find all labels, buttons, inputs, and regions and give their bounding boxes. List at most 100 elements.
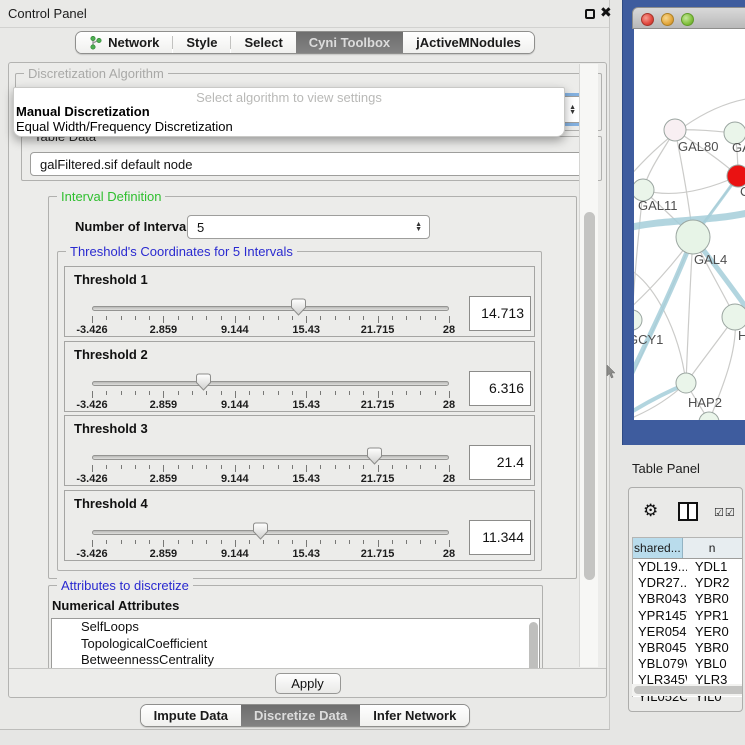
network-node-gal80[interactable] bbox=[664, 119, 686, 141]
attribute-list-item[interactable]: TopologicalCoefficient bbox=[52, 636, 539, 653]
table-row[interactable]: YDL19...YDL1 bbox=[633, 559, 743, 575]
gear-icon[interactable]: ⚙ bbox=[643, 502, 658, 519]
cell-name[interactable]: YBR0 bbox=[687, 591, 743, 607]
tick-label: 2.859 bbox=[150, 548, 178, 560]
control-panel-titlebar: Control Panel ✖ bbox=[0, 0, 609, 28]
list-scrollbar[interactable] bbox=[529, 622, 538, 668]
tab-impute-data[interactable]: Impute Data bbox=[141, 705, 241, 726]
cell-name[interactable]: YPR1 bbox=[687, 608, 743, 624]
threshold-slider-thumb[interactable] bbox=[195, 373, 212, 396]
tick-label: 9.144 bbox=[221, 548, 249, 560]
tick-mark bbox=[206, 540, 207, 544]
attribute-list-item[interactable]: BetweennessCentrality bbox=[52, 652, 539, 668]
tab-select[interactable]: Select bbox=[231, 32, 295, 53]
table-header-row: shared... n bbox=[633, 538, 743, 559]
table-row[interactable]: YBL079WYBL0 bbox=[633, 656, 743, 672]
cell-shared-name[interactable]: YBR043C bbox=[633, 591, 687, 607]
threshold-value-field[interactable]: 14.713 bbox=[469, 296, 531, 331]
cell-name[interactable]: YDR2 bbox=[687, 575, 743, 591]
threshold-slider-track[interactable] bbox=[92, 381, 449, 386]
tick-mark bbox=[306, 391, 307, 398]
column-header-shared-name[interactable]: shared... bbox=[633, 538, 683, 558]
cell-shared-name[interactable]: YBR045C bbox=[633, 640, 687, 656]
table-row[interactable]: YBR043CYBR0 bbox=[633, 591, 743, 607]
number-of-intervals-combo[interactable]: 5 ▲▼ bbox=[187, 215, 430, 239]
apply-button[interactable]: Apply bbox=[275, 673, 341, 694]
table-hscrollbar-thumb[interactable] bbox=[634, 686, 743, 694]
network-node-h[interactable] bbox=[722, 304, 745, 330]
split-columns-icon[interactable] bbox=[678, 502, 698, 521]
network-node-hap2[interactable] bbox=[676, 373, 696, 393]
table-row[interactable]: YBR045CYBR0 bbox=[633, 640, 743, 656]
minimize-traffic-light-icon[interactable] bbox=[661, 13, 674, 26]
tab-network[interactable]: Network bbox=[76, 32, 172, 53]
tick-mark bbox=[163, 465, 164, 472]
network-canvas[interactable]: GAL80GACGAL11GAL4GCY1HHAP2 bbox=[634, 29, 745, 420]
threshold-value-field[interactable]: 21.4 bbox=[469, 445, 531, 480]
threshold-slider-track[interactable] bbox=[92, 530, 449, 535]
close-icon[interactable]: ✖ bbox=[600, 4, 612, 21]
checkbox-pair-icon[interactable]: ☑☑ bbox=[714, 506, 736, 519]
algorithm-option[interactable]: Manual Discretization bbox=[16, 104, 150, 119]
tick-mark bbox=[221, 465, 222, 469]
threshold-slider-thumb[interactable] bbox=[290, 298, 307, 321]
tab-style[interactable]: Style bbox=[173, 32, 230, 53]
network-node[interactable] bbox=[699, 412, 719, 420]
network-window-titlebar[interactable] bbox=[632, 7, 745, 29]
tick-mark bbox=[292, 391, 293, 395]
attribute-list-item[interactable]: SelfLoops bbox=[52, 619, 539, 636]
tick-mark bbox=[263, 391, 264, 395]
cell-shared-name[interactable]: YDR27... bbox=[633, 575, 687, 591]
threshold-slider-track[interactable] bbox=[92, 306, 449, 311]
table-hscrollbar-track[interactable] bbox=[632, 684, 742, 696]
node-attribute-table[interactable]: shared... n YDL19...YDL1YDR27...YDR2YBR0… bbox=[632, 537, 743, 697]
algorithm-option[interactable]: Equal Width/Frequency Discretization bbox=[16, 119, 233, 134]
table-data-combo[interactable]: galFiltered.sif default node ▲▼ bbox=[30, 152, 595, 176]
cell-shared-name[interactable]: YER054C bbox=[633, 624, 687, 640]
tab-jactivemnodules[interactable]: jActiveMNodules bbox=[403, 32, 534, 53]
tick-mark bbox=[249, 316, 250, 320]
cell-shared-name[interactable]: YBL079W bbox=[633, 656, 687, 672]
threshold-slider-track[interactable] bbox=[92, 455, 449, 460]
tick-mark bbox=[435, 540, 436, 544]
column-header-name[interactable]: n bbox=[683, 538, 743, 558]
tick-mark bbox=[235, 316, 236, 323]
threshold-slider-thumb[interactable] bbox=[366, 447, 383, 470]
tick-mark bbox=[221, 316, 222, 320]
tick-mark bbox=[235, 465, 236, 472]
table-row[interactable]: YER054CYER0 bbox=[633, 624, 743, 640]
threshold-value-field[interactable]: 11.344 bbox=[469, 520, 531, 555]
float-window-icon[interactable] bbox=[585, 9, 595, 19]
tick-mark bbox=[320, 316, 321, 320]
threshold-value-field[interactable]: 6.316 bbox=[469, 371, 531, 406]
network-node-gal4[interactable] bbox=[676, 220, 710, 254]
panel-scrollbar-thumb[interactable] bbox=[584, 212, 595, 580]
tick-mark bbox=[192, 540, 193, 544]
cell-shared-name[interactable]: YDL19... bbox=[633, 559, 687, 575]
close-traffic-light-icon[interactable] bbox=[641, 13, 654, 26]
zoom-traffic-light-icon[interactable] bbox=[681, 13, 694, 26]
tick-mark bbox=[249, 465, 250, 469]
tick-label: 15.43 bbox=[292, 399, 320, 411]
tick-mark bbox=[406, 540, 407, 544]
tab-cyni-toolbox[interactable]: Cyni Toolbox bbox=[296, 32, 403, 53]
threshold-slider-thumb[interactable] bbox=[252, 522, 269, 545]
tick-mark bbox=[121, 465, 122, 469]
cell-shared-name[interactable]: YPR145W bbox=[633, 608, 687, 624]
table-row[interactable]: YDR27...YDR2 bbox=[633, 575, 743, 591]
tick-label: 9.144 bbox=[221, 399, 249, 411]
tab-infer-network[interactable]: Infer Network bbox=[360, 705, 469, 726]
algorithm-dropdown-popup: Select algorithm to view settings Manual… bbox=[13, 87, 565, 137]
tick-label: 15.43 bbox=[292, 548, 320, 560]
cell-name[interactable]: YBL0 bbox=[687, 656, 743, 672]
cell-name[interactable]: YDL1 bbox=[687, 559, 743, 575]
tab-discretize-data[interactable]: Discretize Data bbox=[241, 705, 360, 726]
numerical-attributes-list[interactable]: SelfLoopsTopologicalCoefficientBetweenne… bbox=[51, 618, 540, 668]
tick-mark bbox=[278, 316, 279, 320]
table-row[interactable]: YPR145WYPR1 bbox=[633, 608, 743, 624]
panel-scrollbar-track[interactable] bbox=[579, 64, 598, 667]
cell-name[interactable]: YER0 bbox=[687, 624, 743, 640]
tick-mark bbox=[249, 391, 250, 395]
cell-name[interactable]: YBR0 bbox=[687, 640, 743, 656]
network-node-gcy1[interactable] bbox=[634, 310, 642, 330]
